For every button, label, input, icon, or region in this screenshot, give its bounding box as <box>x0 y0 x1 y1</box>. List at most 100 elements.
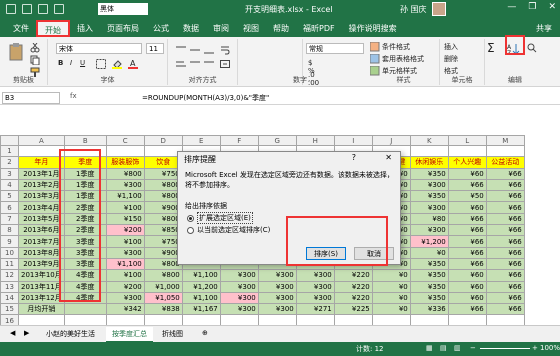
column-header[interactable]: F <box>219 135 259 146</box>
fill-color-icon[interactable] <box>112 59 122 69</box>
tab-view[interactable]: 视图 <box>236 20 266 37</box>
cell[interactable]: ¥100 <box>105 269 145 282</box>
name-box[interactable]: B3 <box>2 92 60 104</box>
cell[interactable]: ¥300 <box>219 303 259 316</box>
font-color-icon[interactable]: A <box>128 59 138 69</box>
row-header[interactable]: 15 <box>0 303 19 316</box>
column-header[interactable]: G <box>257 135 297 146</box>
cell[interactable]: 2013年2月 <box>18 178 65 192</box>
cell[interactable]: ¥66 <box>485 201 525 214</box>
table-format-icon[interactable] <box>370 54 380 64</box>
row-header[interactable]: 4 <box>0 178 19 192</box>
cell[interactable]: 2013年7月 <box>18 235 65 248</box>
tab-review[interactable]: 审阅 <box>206 20 236 37</box>
cell[interactable]: ¥66 <box>447 212 487 226</box>
cell[interactable]: ¥0 <box>409 246 449 259</box>
cell[interactable]: 服装服饰 <box>105 156 145 169</box>
cell[interactable]: ¥350 <box>409 257 449 271</box>
tab-foxit-pdf[interactable]: 福昕PDF <box>296 20 342 37</box>
cell[interactable]: ¥350 <box>409 167 449 180</box>
cell[interactable]: ¥350 <box>409 280 449 293</box>
bold-icon[interactable]: B <box>58 59 63 67</box>
table-format-button[interactable]: 套用表格格式 <box>382 54 424 64</box>
conditional-format-button[interactable]: 条件格式 <box>382 42 410 52</box>
cell[interactable]: ¥800 <box>143 269 183 282</box>
cell[interactable]: ¥66 <box>485 178 525 192</box>
cell[interactable]: ¥50 <box>447 190 487 203</box>
row-header[interactable]: 6 <box>0 201 19 214</box>
cell[interactable]: 休闲娱乐 <box>409 156 449 169</box>
column-header[interactable]: C <box>105 135 145 146</box>
tab-help[interactable]: 帮助 <box>266 20 296 37</box>
row-header[interactable]: 5 <box>0 190 19 203</box>
border-icon[interactable] <box>96 59 106 69</box>
column-header[interactable]: A <box>18 135 65 146</box>
cell[interactable]: 2013年8月 <box>18 246 65 259</box>
cell[interactable]: 2013年9月 <box>18 257 65 271</box>
cell[interactable]: ¥300 <box>257 269 297 282</box>
cell[interactable]: 2013年10月 <box>18 269 65 282</box>
italic-icon[interactable]: I <box>70 59 72 67</box>
cell[interactable]: ¥271 <box>295 303 335 316</box>
cell[interactable]: 2013年3月 <box>18 190 65 203</box>
row-header[interactable]: 14 <box>0 291 19 305</box>
select-all-corner[interactable] <box>0 135 19 146</box>
cell[interactable]: ¥66 <box>485 167 525 180</box>
cell[interactable]: ¥60 <box>447 201 487 214</box>
sheet-tab-linechart[interactable]: 折线图 <box>156 327 189 341</box>
cell[interactable]: 个人兴趣 <box>447 156 487 169</box>
expand-selection-radio[interactable]: 扩展选定区域(E) <box>187 212 253 224</box>
user-name[interactable]: 孙 国庆 <box>400 4 427 15</box>
row-header[interactable]: 1 <box>0 144 19 158</box>
cell[interactable] <box>409 144 449 158</box>
cell[interactable]: ¥60 <box>447 167 487 180</box>
dialog-close-button[interactable]: ✕ <box>385 153 392 162</box>
fx-icon[interactable]: fx <box>70 92 77 100</box>
cell[interactable]: ¥200 <box>105 280 145 293</box>
tab-formulas[interactable]: 公式 <box>146 20 176 37</box>
cell[interactable]: ¥66 <box>485 269 525 282</box>
sheet-tab-quarter[interactable]: 按季度汇总 <box>106 327 153 343</box>
cell[interactable] <box>485 144 525 158</box>
tab-insert[interactable]: 插入 <box>70 20 100 37</box>
zoom-slider[interactable] <box>480 348 530 349</box>
cell[interactable]: ¥66 <box>485 280 525 293</box>
cell[interactable]: 年月 <box>18 156 65 169</box>
cell[interactable]: ¥200 <box>105 224 145 237</box>
cut-icon[interactable] <box>30 43 40 53</box>
cell[interactable]: 公益活动 <box>485 156 525 169</box>
row-header[interactable]: 9 <box>0 235 19 248</box>
paste-icon[interactable] <box>8 43 24 61</box>
cell[interactable]: ¥342 <box>105 303 145 316</box>
cell[interactable]: 2013年12月 <box>18 291 65 305</box>
row-header[interactable]: 2 <box>0 156 19 169</box>
cell[interactable]: 2013年11月 <box>18 280 65 293</box>
view-pagebreak-icon[interactable]: ▥ <box>454 344 461 352</box>
cell[interactable]: 2013年4月 <box>18 201 65 214</box>
close-button[interactable]: ✕ <box>548 2 556 12</box>
row-header[interactable]: 13 <box>0 280 19 293</box>
share-button[interactable]: 共享 <box>536 23 552 34</box>
copy-icon[interactable] <box>30 55 40 65</box>
cell[interactable]: ¥300 <box>295 280 335 293</box>
redo-icon[interactable] <box>38 4 48 14</box>
cell[interactable]: ¥300 <box>409 178 449 192</box>
cell[interactable]: ¥800 <box>105 167 145 180</box>
cell[interactable]: ¥66 <box>485 257 525 271</box>
column-header[interactable]: E <box>181 135 221 146</box>
row-header[interactable]: 11 <box>0 257 19 271</box>
insert-cells-button[interactable]: 插入 <box>444 42 458 52</box>
cell[interactable]: ¥300 <box>295 269 335 282</box>
cell[interactable]: ¥60 <box>447 269 487 282</box>
row-header[interactable]: 3 <box>0 167 19 180</box>
tell-me-search[interactable]: 操作说明搜索 <box>342 20 404 37</box>
current-selection-radio[interactable]: 以当前选定区域排序(C) <box>187 225 270 235</box>
formula-input[interactable]: =ROUNDUP(MONTH(A3)/3,0)&"季度" <box>142 93 269 103</box>
cell[interactable]: ¥100 <box>105 235 145 248</box>
zoom-out-button[interactable]: − <box>470 344 476 352</box>
cell[interactable]: ¥66 <box>485 190 525 203</box>
tab-file[interactable]: 文件 <box>6 20 36 37</box>
cell[interactable]: ¥60 <box>447 280 487 293</box>
cell[interactable]: ¥350 <box>409 269 449 282</box>
column-header[interactable]: D <box>143 135 183 146</box>
